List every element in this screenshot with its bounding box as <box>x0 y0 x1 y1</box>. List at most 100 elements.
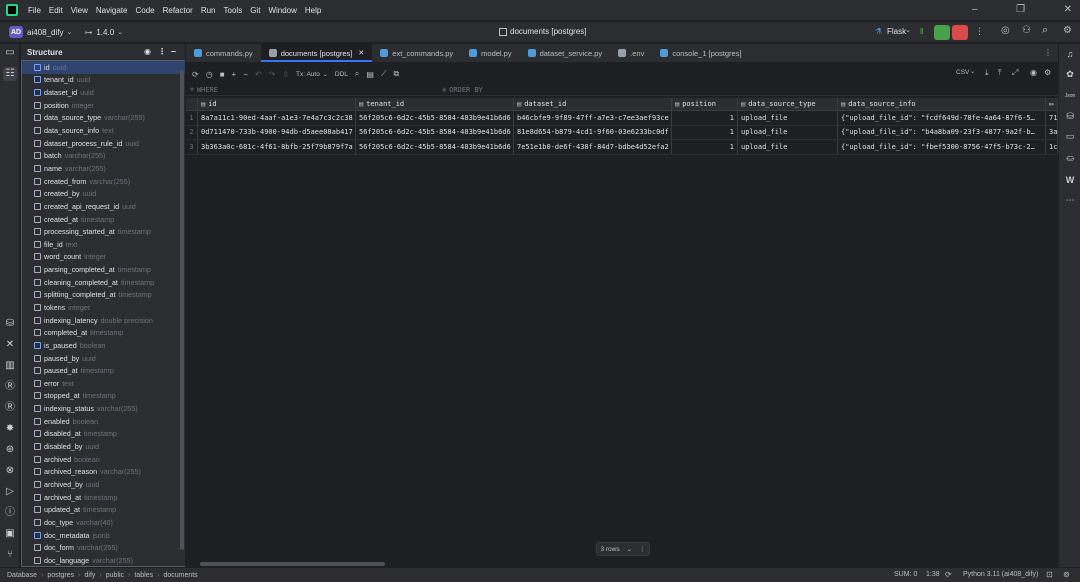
r-jobs-icon[interactable]: Ⓡ <box>3 401 17 415</box>
chart-icon[interactable]: ⟋ <box>381 69 387 79</box>
structure-scrollbar[interactable] <box>180 70 184 550</box>
structure-icon[interactable]: ☷ <box>3 67 17 81</box>
structure-field[interactable]: batch varchar(255) <box>22 149 185 162</box>
structure-field[interactable]: name varchar(255) <box>22 162 185 175</box>
structure-field[interactable]: tenant_id uuid <box>22 74 185 87</box>
editor-tab[interactable]: commands.py <box>186 44 261 62</box>
minimize-panel-icon[interactable]: – <box>171 46 176 56</box>
stop-icon[interactable]: ■ <box>220 70 225 79</box>
window-title[interactable]: documents [postgres] <box>510 27 586 36</box>
table-cell[interactable]: b46cbfe9-9f89-47ff-a7e3-c7ee3aef93ce <box>514 111 672 125</box>
table-cell[interactable]: upload_file <box>738 125 838 139</box>
more-icon[interactable]: ⋯ <box>1063 193 1077 207</box>
notifications-icon[interactable]: ♫ <box>1063 47 1077 61</box>
sciview-icon[interactable]: ▭ <box>1063 129 1077 143</box>
table-row[interactable]: 3 3b363a0c-681c-4f61-8bfb-25f79b879f7a 56f… <box>186 140 1058 155</box>
breadcrumb-item[interactable]: documents <box>163 572 197 579</box>
menu-help[interactable]: Help <box>305 6 321 15</box>
table-cell[interactable]: 8a7a11c1-90ed-4aaf-a1e3-7e4a7c3c2c38 <box>198 111 356 125</box>
terminal-icon[interactable]: ▣ <box>3 527 17 541</box>
structure-field[interactable]: is_paused boolean <box>22 339 185 352</box>
breadcrumb-item[interactable]: postgres <box>47 572 74 579</box>
debug-icon[interactable]: ✸ <box>3 422 17 436</box>
table-cell[interactable]: 1 <box>672 140 738 154</box>
services-icon[interactable]: ⊗ <box>3 464 17 478</box>
structure-field[interactable]: splitting_completed_at timestamp <box>22 289 185 302</box>
column-header[interactable]: ▤ data_source_info <box>838 98 1046 110</box>
ddl-button[interactable]: DDL <box>335 71 348 78</box>
more-columns-icon[interactable]: ▭ <box>1046 98 1058 110</box>
structure-field[interactable]: disabled_at timestamp <box>22 428 185 441</box>
structure-field[interactable]: disabled_by uuid <box>22 440 185 453</box>
menu-run[interactable]: Run <box>201 6 216 15</box>
delete-row-icon[interactable]: − <box>243 70 248 79</box>
editor-tab[interactable]: ext_commands.py <box>372 44 461 62</box>
stop-debug-icon[interactable]: ‖ <box>920 27 923 36</box>
ai-icon[interactable]: ✿ <box>1063 67 1077 81</box>
menu-file[interactable]: File <box>28 6 41 15</box>
user-icon[interactable]: ⚇ <box>1022 25 1031 36</box>
table-cell[interactable]: 1 <box>672 111 738 125</box>
menu-tools[interactable]: Tools <box>224 6 243 15</box>
breadcrumb-item[interactable]: tables <box>134 572 153 579</box>
table-cell[interactable]: {"upload_file_id": "b4a8ba09-23f3-4877-9… <box>838 125 1046 139</box>
undo-icon[interactable]: ↶ <box>255 70 262 79</box>
structure-field[interactable]: doc_type varchar(40) <box>22 516 185 529</box>
structure-field[interactable]: data_source_type varchar(255) <box>22 112 185 125</box>
structure-field[interactable]: doc_form varchar(255) <box>22 541 185 554</box>
csv-format[interactable]: CSV <box>956 69 969 76</box>
run-button[interactable] <box>934 25 950 40</box>
table-row[interactable]: 1 8a7a11c1-90ed-4aaf-a1e3-7e4a7c3c2c38 56f… <box>186 111 1058 126</box>
table-cell[interactable]: upload_file <box>738 140 838 154</box>
structure-field[interactable]: updated_at timestamp <box>22 503 185 516</box>
structure-field[interactable]: created_by uuid <box>22 187 185 200</box>
table-cell[interactable]: 56f205c6-6d2c-45b5-8584-483b9e41b6d6 <box>356 140 514 154</box>
json-icon[interactable]: Json <box>1063 89 1077 103</box>
column-header[interactable]: ▤ dataset_id <box>514 98 672 110</box>
close-window-icon[interactable]: ✕ <box>1064 4 1072 15</box>
column-header[interactable]: ▤ data_source_type <box>738 98 838 110</box>
more-tabs-icon[interactable]: ⋮ <box>1044 48 1052 57</box>
table-cell[interactable]: {"upload_file_id": "fbef5300-8756-47f5-b… <box>838 140 1046 154</box>
menu-edit[interactable]: Edit <box>49 6 63 15</box>
structure-field[interactable]: file_id text <box>22 238 185 251</box>
more-icon[interactable]: ⋮ <box>639 545 646 553</box>
structure-field[interactable]: created_at timestamp <box>22 213 185 226</box>
table-cell[interactable]: {"upload_file_id": "fcdf649d-78fe-4a64-8… <box>838 111 1046 125</box>
word-icon[interactable]: W <box>1063 173 1077 187</box>
table-row[interactable]: 2 0d711470-733b-4900-94db-d5aee08ab417 56f… <box>186 125 1058 140</box>
table-cell[interactable]: 56f205c6-6d2c-45b5-8584-483b9e41b6d6 <box>356 125 514 139</box>
project-name[interactable]: ai408_dify <box>27 28 63 37</box>
search-icon[interactable]: ⌕ <box>355 69 359 79</box>
sum-status[interactable]: SUM: 0 <box>894 571 917 578</box>
structure-field[interactable]: stopped_at timestamp <box>22 390 185 403</box>
ai-assistant-icon[interactable]: ◎ <box>1001 25 1010 36</box>
structure-field[interactable]: dataset_process_rule_id uuid <box>22 137 185 150</box>
table-cell[interactable]: 81e8d654-b879-4cd1-9f60-03e6233bc0df <box>514 125 672 139</box>
structure-field[interactable]: word_count integer <box>22 251 185 264</box>
minimize-icon[interactable]: – <box>972 4 978 15</box>
structure-field[interactable]: doc_language varchar(255) <box>22 554 185 566</box>
structure-field[interactable]: archived_at timestamp <box>22 491 185 504</box>
editor-tab[interactable]: .env <box>610 44 652 62</box>
more-icon[interactable]: ⋮ <box>158 47 166 56</box>
problems-icon[interactable]: ⓘ <box>3 506 17 520</box>
structure-field[interactable]: position integer <box>22 99 185 112</box>
grid-horizontal-scrollbar[interactable] <box>200 562 385 566</box>
editor-tab[interactable]: documents [postgres] ✕ <box>260 44 373 62</box>
structure-field[interactable]: paused_at timestamp <box>22 364 185 377</box>
order-by-filter[interactable]: ORDER BY <box>449 86 483 94</box>
search-icon[interactable]: ⌕ <box>1042 24 1048 37</box>
unlock-icon[interactable]: ⊡ <box>1046 570 1053 579</box>
menu-refactor[interactable]: Refactor <box>163 6 193 15</box>
editor-tab[interactable]: model.py <box>461 44 519 62</box>
eye-icon[interactable]: ◉ <box>144 47 151 56</box>
structure-field[interactable]: created_from varchar(255) <box>22 175 185 188</box>
transpose-icon[interactable]: ⤢ <box>1012 68 1018 78</box>
table-cell[interactable]: 719 <box>1046 111 1058 125</box>
editor-tab[interactable]: dataset_service.py <box>520 44 611 62</box>
restore-icon[interactable]: ❐ <box>1016 4 1025 15</box>
gear-icon[interactable]: ⚙ <box>1063 25 1072 36</box>
download-icon[interactable]: ⤓ <box>985 68 989 78</box>
table-cell[interactable]: 7e51e1b0-de6f-438f-84d7-bdbe4d52efa2 <box>514 140 672 154</box>
